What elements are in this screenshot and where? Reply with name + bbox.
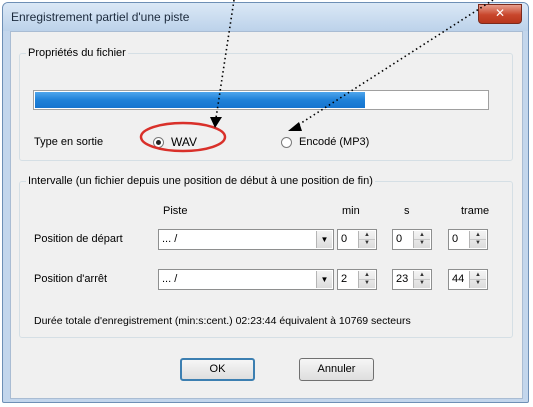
output-type-label: Type en sortie: [34, 136, 104, 148]
chevron-down-icon[interactable]: ▼: [316, 231, 332, 248]
spinner-buttons[interactable]: ▲ ▼: [413, 231, 430, 248]
interval-group: Intervalle (un fichier depuis une positi…: [19, 175, 513, 338]
progress-bar: [33, 90, 489, 110]
spinner-buttons[interactable]: ▲ ▼: [358, 271, 375, 288]
header-track: Piste: [163, 205, 188, 217]
ok-button[interactable]: OK: [180, 358, 255, 381]
start-min-value: 0: [341, 233, 348, 245]
stop-min-spinner[interactable]: 2 ▲ ▼: [337, 269, 377, 290]
stop-sec-value: 23: [396, 273, 409, 285]
radio-mp3-label[interactable]: Encodé (MP3): [299, 136, 369, 148]
stop-sec-spinner[interactable]: 23 ▲ ▼: [392, 269, 432, 290]
dialog-window: Enregistrement partiel d'une piste ✕ Pro…: [2, 2, 529, 403]
chevron-down-icon[interactable]: ▼: [316, 271, 332, 288]
spinner-buttons[interactable]: ▲ ▼: [413, 271, 430, 288]
start-sec-spinner[interactable]: 0 ▲ ▼: [392, 229, 432, 250]
spinner-buttons[interactable]: ▲ ▼: [358, 231, 375, 248]
spin-down-icon[interactable]: ▼: [470, 239, 486, 247]
start-frame-value: 0: [452, 233, 459, 245]
start-min-spinner[interactable]: 0 ▲ ▼: [337, 229, 377, 250]
header-sec: s: [404, 205, 410, 217]
header-frame: trame: [461, 205, 490, 217]
spinner-buttons[interactable]: ▲ ▼: [469, 271, 486, 288]
interval-legend: Intervalle (un fichier depuis une positi…: [28, 175, 373, 187]
spin-down-icon[interactable]: ▼: [359, 239, 375, 247]
start-track-value: ... /: [162, 233, 178, 245]
start-track-combo[interactable]: ... / ▼: [158, 229, 334, 250]
radio-wav-label[interactable]: WAV: [171, 135, 197, 149]
cancel-button[interactable]: Annuler: [299, 358, 374, 381]
file-properties-legend: Propriétés du fichier: [28, 47, 126, 59]
stop-track-value: ... /: [162, 273, 178, 285]
stop-position-label: Position d'arrêt: [34, 273, 108, 285]
close-button[interactable]: ✕: [478, 4, 522, 24]
spinner-buttons[interactable]: ▲ ▼: [469, 231, 486, 248]
progress-fill: [35, 92, 365, 108]
radio-mp3[interactable]: [281, 137, 292, 148]
spin-down-icon[interactable]: ▼: [470, 279, 486, 287]
spin-down-icon[interactable]: ▼: [414, 279, 430, 287]
spin-down-icon[interactable]: ▼: [359, 279, 375, 287]
radio-wav[interactable]: [153, 137, 164, 148]
stop-track-combo[interactable]: ... / ▼: [158, 269, 334, 290]
stop-frame-value: 44: [452, 273, 465, 285]
window-title: Enregistrement partiel d'une piste: [11, 10, 190, 24]
spin-down-icon[interactable]: ▼: [414, 239, 430, 247]
start-frame-spinner[interactable]: 0 ▲ ▼: [448, 229, 488, 250]
title-bar[interactable]: Enregistrement partiel d'une piste ✕: [3, 3, 528, 31]
dialog-body: Propriétés du fichier Type en sortie WAV…: [10, 31, 523, 399]
stop-min-value: 2: [341, 273, 348, 285]
header-min: min: [342, 205, 360, 217]
duration-summary: Durée totale d'enregistrement (min:s:cen…: [34, 315, 411, 327]
start-position-label: Position de départ: [34, 233, 123, 245]
stop-frame-spinner[interactable]: 44 ▲ ▼: [448, 269, 488, 290]
start-sec-value: 0: [396, 233, 403, 245]
